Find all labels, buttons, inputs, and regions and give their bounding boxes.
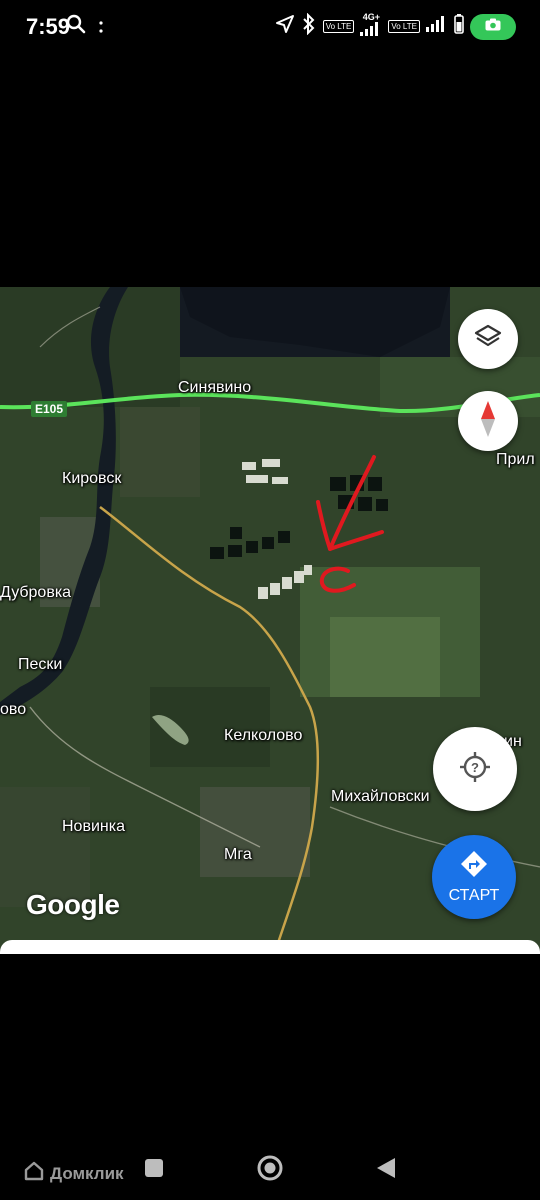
- location-arrow-icon: [275, 14, 295, 39]
- more-dots-icon: [98, 20, 104, 38]
- compass-icon: [476, 399, 500, 444]
- network-type-label: 4G+: [362, 12, 380, 22]
- layers-button[interactable]: [458, 309, 518, 369]
- my-location-button[interactable]: ?: [433, 727, 517, 811]
- home-logo-icon: [24, 1161, 44, 1186]
- place-label-ovo[interactable]: ово: [0, 701, 26, 719]
- recent-apps-button[interactable]: [144, 1158, 164, 1183]
- place-label-mikhailovsky[interactable]: Михайловски: [331, 788, 430, 806]
- home-button[interactable]: [256, 1154, 284, 1187]
- layers-icon: [473, 322, 503, 357]
- bluetooth-icon: [301, 12, 317, 40]
- location-unknown-icon: ?: [458, 750, 492, 789]
- signal-icon: [360, 22, 382, 41]
- volte-badge: Vo LTE: [322, 20, 355, 33]
- directions-icon: [460, 850, 488, 883]
- volte-badge-2: Vo LTE: [388, 20, 420, 33]
- watermark-text: Домклик: [50, 1163, 124, 1183]
- start-label: СТАРТ: [448, 886, 500, 904]
- road-shield-e105: E105: [31, 401, 68, 417]
- camera-icon: [485, 18, 501, 36]
- map-view[interactable]: E105 Синявино Кировск Дубровка Пески ово…: [0, 287, 540, 952]
- signal-icon-2: [426, 16, 448, 37]
- place-label-sinyavino[interactable]: Синявино: [178, 379, 251, 397]
- start-navigation-button[interactable]: СТАРТ: [432, 835, 516, 919]
- google-logo: Google: [26, 889, 120, 920]
- search-icon: [66, 14, 86, 39]
- place-label-mga[interactable]: Мга: [224, 846, 252, 864]
- compass-button[interactable]: [458, 391, 518, 451]
- bottom-sheet-handle[interactable]: [0, 940, 540, 954]
- svg-text:?: ?: [471, 760, 479, 775]
- place-label-peski[interactable]: Пески: [18, 656, 62, 674]
- status-time: 7:59: [26, 14, 71, 39]
- place-label-kelkolovo[interactable]: Келколово: [224, 727, 302, 745]
- watermark: Домклик: [24, 1161, 124, 1186]
- place-label-pril[interactable]: Прил: [496, 451, 535, 469]
- back-button[interactable]: [375, 1156, 397, 1185]
- camera-indicator: [470, 13, 516, 40]
- status-bar: 7:59 Vo LTE 4G+ Vo LTE: [0, 0, 540, 54]
- place-label-kirovsk[interactable]: Кировск: [62, 470, 121, 488]
- battery-icon: [454, 14, 464, 39]
- place-label-dubrovka[interactable]: Дубровка: [0, 584, 71, 602]
- place-label-novinka[interactable]: Новинка: [62, 818, 125, 836]
